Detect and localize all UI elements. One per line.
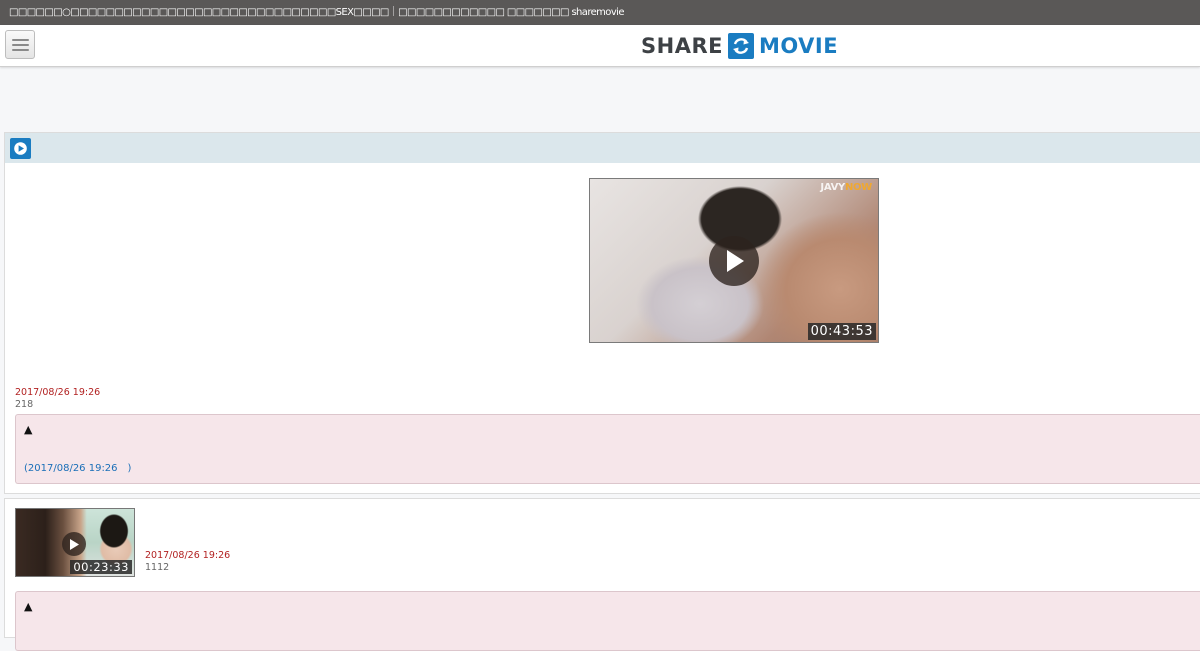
video-thumbnail[interactable]: 00:23:33 <box>15 508 135 577</box>
collapse-arrow-icon[interactable]: ▲ <box>24 423 32 436</box>
collapse-arrow-icon[interactable]: ▲ <box>24 600 32 613</box>
window-title: □□□□□□○□□□□□□□□□□□□□□□□□□□□□□□□□□□□□□SEX… <box>0 0 1200 25</box>
logo-text-movie: MOVIE <box>758 34 839 58</box>
logo-swap-icon <box>727 33 754 59</box>
comment-box: ▲ <box>15 591 1200 651</box>
menu-button[interactable] <box>5 30 35 59</box>
video-post: 00:23:33 2017/08/26 19:26 1112 ▲ <box>4 498 1200 651</box>
comment-timestamp: (2017/08/26 19:26 ) <box>24 463 132 474</box>
play-button-icon[interactable] <box>62 532 86 556</box>
video-duration: 00:23:33 <box>70 560 132 574</box>
play-icon <box>10 138 31 159</box>
watermark: JAVYNOW <box>820 182 872 193</box>
video-post: JAVYNOW 00:43:53 2017/08/26 19:26 218 ▲ … <box>4 132 1200 494</box>
video-thumbnail[interactable]: JAVYNOW 00:43:53 <box>589 178 879 343</box>
post-date: 2017/08/26 19:26 <box>15 387 101 398</box>
comment-box: ▲ (2017/08/26 19:26 ) <box>15 414 1200 484</box>
logo-text-share: SHARE <box>641 34 723 58</box>
post-date: 2017/08/26 19:26 <box>145 550 231 561</box>
play-button-icon[interactable] <box>709 236 759 286</box>
site-header: SHARE MOVIE <box>0 25 1200 67</box>
section-header <box>5 133 1200 163</box>
site-logo[interactable]: SHARE MOVIE <box>641 33 838 59</box>
view-count: 218 <box>15 399 34 410</box>
view-count: 1112 <box>145 562 170 573</box>
hamburger-icon <box>12 39 29 41</box>
video-duration: 00:43:53 <box>807 323 876 340</box>
